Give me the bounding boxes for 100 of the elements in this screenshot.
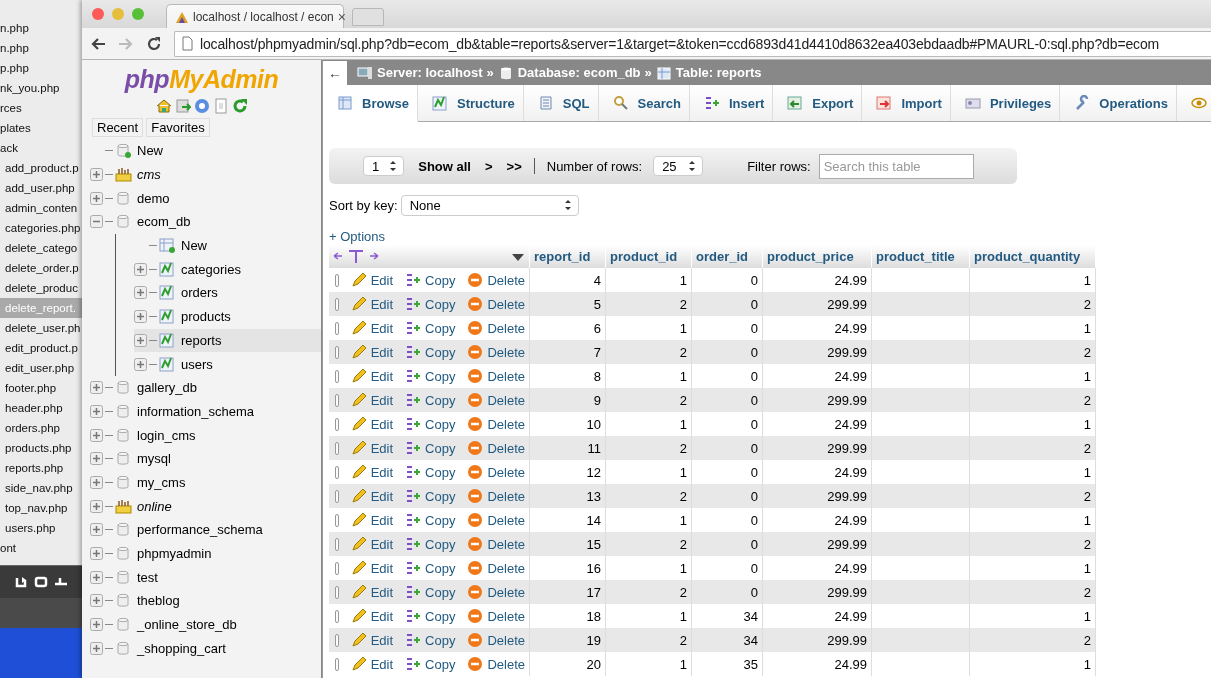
tree-row[interactable]: performance_schema xyxy=(90,518,321,542)
home-icon[interactable] xyxy=(155,98,172,114)
tree-item[interactable]: orders xyxy=(181,285,218,301)
row-checkbox[interactable] xyxy=(335,297,339,311)
copy-link[interactable]: Copy xyxy=(425,416,456,432)
plus-box-icon[interactable] xyxy=(90,452,103,466)
tree-row[interactable]: categories xyxy=(134,257,321,282)
tab[interactable]: Search xyxy=(598,85,690,121)
copy-link[interactable]: Copy xyxy=(425,632,456,648)
edit-link[interactable]: Edit xyxy=(370,344,394,360)
file-item[interactable]: footer.php xyxy=(0,378,82,398)
file-item[interactable]: p.php xyxy=(0,58,82,78)
tree-row[interactable]: _online_store_db xyxy=(90,612,321,637)
file-item[interactable]: orders.php xyxy=(0,418,82,438)
row-checkbox[interactable] xyxy=(335,657,339,671)
delete-link[interactable]: Delete xyxy=(487,488,525,504)
close-window-icon[interactable] xyxy=(92,8,104,20)
plus-box-icon[interactable] xyxy=(90,475,103,489)
back-arrow-icon[interactable] xyxy=(90,35,106,52)
zoom-window-icon[interactable] xyxy=(132,8,144,20)
file-item[interactable]: edit_product.p xyxy=(0,338,82,358)
browser-tab[interactable]: localhost / localhost / econ × xyxy=(166,4,344,28)
row-checkbox[interactable] xyxy=(335,609,339,623)
tab[interactable]: Privileges xyxy=(950,85,1061,121)
u-turn-icon[interactable] xyxy=(14,575,28,589)
tree-row[interactable]: reports xyxy=(134,328,321,353)
edit-link[interactable]: Edit xyxy=(370,416,394,432)
show-all-button[interactable]: Show all xyxy=(418,158,471,174)
tree-row[interactable]: New xyxy=(90,139,321,163)
row-checkbox[interactable] xyxy=(335,537,339,551)
delete-link[interactable]: Delete xyxy=(487,440,525,456)
delete-link[interactable]: Delete xyxy=(487,584,525,600)
row-checkbox[interactable] xyxy=(335,417,339,431)
tree-item[interactable]: mysql xyxy=(137,451,171,467)
row-checkbox[interactable] xyxy=(335,441,339,455)
edit-link[interactable]: Edit xyxy=(370,536,394,552)
tab[interactable]: Insert xyxy=(689,85,774,121)
collapse-panel-button[interactable]: ← xyxy=(323,60,347,85)
file-item[interactable]: ont xyxy=(0,538,82,558)
delete-link[interactable]: Delete xyxy=(487,344,525,360)
tree-item[interactable]: ecom_db xyxy=(137,214,191,230)
file-item[interactable]: n.php xyxy=(0,38,82,58)
delete-link[interactable]: Delete xyxy=(487,632,525,648)
tree-item[interactable]: login_cms xyxy=(137,427,196,443)
tree-row[interactable]: orders xyxy=(134,281,321,305)
edit-link[interactable]: Edit xyxy=(370,512,394,528)
edit-link[interactable]: Edit xyxy=(370,392,394,408)
plus-box-icon[interactable] xyxy=(90,547,103,561)
edit-link[interactable]: Edit xyxy=(370,488,394,504)
file-item[interactable]: products.php xyxy=(0,438,82,458)
tree-row[interactable]: login_cms xyxy=(90,423,321,447)
plus-box-icon[interactable] xyxy=(134,357,147,371)
plus-box-icon[interactable] xyxy=(90,428,103,442)
tree-item[interactable]: gallery_db xyxy=(137,380,197,396)
copy-link[interactable]: Copy xyxy=(425,536,456,552)
tree-item[interactable]: products xyxy=(181,309,231,325)
plus-box-icon[interactable] xyxy=(90,404,103,418)
minus-box-icon[interactable] xyxy=(90,215,103,229)
copy-link[interactable]: Copy xyxy=(425,272,456,288)
tree-row[interactable]: gallery_db xyxy=(90,375,321,400)
delete-link[interactable]: Delete xyxy=(487,320,525,336)
tree-row[interactable]: products xyxy=(134,304,321,329)
file-item[interactable]: ack xyxy=(0,138,82,158)
edit-link[interactable]: Edit xyxy=(370,464,394,480)
last-page-button[interactable]: >> xyxy=(506,158,522,174)
tab-close-button[interactable]: × xyxy=(337,8,346,25)
plus-box-icon[interactable] xyxy=(134,286,147,300)
file-item[interactable]: categories.php xyxy=(0,218,82,238)
tab[interactable]: Import xyxy=(862,85,951,121)
tree-row[interactable]: theblog xyxy=(90,589,321,613)
file-item[interactable]: header.php xyxy=(0,398,82,418)
tree-item[interactable]: online xyxy=(137,498,172,514)
edit-link[interactable]: Edit xyxy=(370,320,394,336)
row-checkbox[interactable] xyxy=(335,513,339,527)
row-checkbox[interactable] xyxy=(335,465,339,479)
tab[interactable]: Browse xyxy=(323,85,418,122)
file-item[interactable]: delete_user.ph xyxy=(0,318,82,338)
file-item[interactable]: side_nav.php xyxy=(0,478,82,498)
tree-item[interactable]: demo xyxy=(137,190,170,206)
breadcrumb-link[interactable]: Database: ecom_db xyxy=(517,65,641,80)
tree-item[interactable]: New xyxy=(181,238,207,254)
delete-link[interactable]: Delete xyxy=(487,416,525,432)
edit-link[interactable]: Edit xyxy=(370,272,394,288)
options-link[interactable]: + Options xyxy=(329,229,385,244)
tree-row[interactable]: mysql xyxy=(90,446,321,471)
address-bar[interactable]: localhost/phpmyadmin/sql.php?db=ecom_db&table=reports&server=1&target=&token=ccd6893d41d4410d8632ea403ebdaadb#PMAURL-0:sql.php?db=ecom xyxy=(174,30,1211,57)
delete-link[interactable]: Delete xyxy=(487,392,525,408)
file-item[interactable]: users.php xyxy=(0,518,82,538)
forward-arrow-icon[interactable] xyxy=(118,35,134,52)
plus-box-icon[interactable] xyxy=(90,618,103,632)
tree-row[interactable]: ecom_db xyxy=(90,210,321,234)
file-item[interactable]: top_nav.php xyxy=(0,498,82,518)
row-checkbox[interactable] xyxy=(335,489,339,503)
copy-link[interactable]: Copy xyxy=(425,440,456,456)
delete-link[interactable]: Delete xyxy=(487,512,525,528)
file-item[interactable]: rces xyxy=(0,98,82,118)
tree-item[interactable]: _online_store_db xyxy=(137,617,237,633)
plus-box-icon[interactable] xyxy=(90,641,103,655)
copy-link[interactable]: Copy xyxy=(425,368,456,384)
panel-tab[interactable]: Favorites xyxy=(146,118,210,137)
